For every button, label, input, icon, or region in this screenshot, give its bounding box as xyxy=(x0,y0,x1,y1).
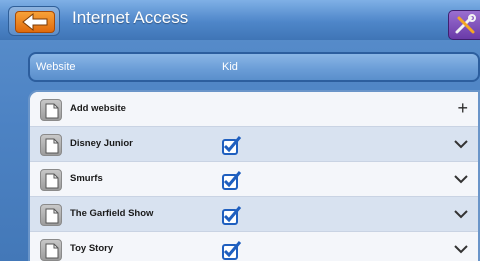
column-header-bar: Website Kid xyxy=(28,52,480,82)
app-window: Internet Access Website Kid Add website … xyxy=(0,0,480,261)
add-website-row[interactable]: Add website + xyxy=(30,92,478,127)
list-item[interactable]: Smurfs xyxy=(30,162,478,197)
settings-tools-button[interactable] xyxy=(448,10,480,40)
list-item[interactable]: The Garfield Show xyxy=(30,197,478,232)
document-icon xyxy=(40,204,62,226)
website-name: Smurfs xyxy=(70,173,103,184)
chevron-down-icon[interactable] xyxy=(454,209,468,219)
column-header-kid: Kid xyxy=(222,61,238,73)
document-icon xyxy=(40,134,62,156)
website-name: Disney Junior xyxy=(70,138,133,149)
website-name: Toy Story xyxy=(70,243,114,254)
column-header-website: Website xyxy=(36,61,76,73)
chevron-down-icon[interactable] xyxy=(454,174,468,184)
kid-access-checkbox[interactable] xyxy=(222,170,242,190)
list-item[interactable]: Toy Story xyxy=(30,232,478,261)
chevron-down-icon[interactable] xyxy=(454,244,468,254)
back-button[interactable] xyxy=(8,6,60,36)
website-list: Add website + Disney Junior Smurfs The G… xyxy=(28,90,480,261)
add-icon[interactable]: + xyxy=(457,98,468,119)
document-icon xyxy=(40,99,62,121)
back-arrow-glyph xyxy=(22,12,48,32)
chevron-down-icon[interactable] xyxy=(454,139,468,149)
kid-access-checkbox[interactable] xyxy=(222,205,242,225)
document-icon xyxy=(40,169,62,191)
wrench-screwdriver-icon xyxy=(455,14,476,34)
kid-access-checkbox[interactable] xyxy=(222,240,242,260)
website-name: The Garfield Show xyxy=(70,208,154,219)
document-icon xyxy=(40,239,62,261)
list-item[interactable]: Disney Junior xyxy=(30,127,478,162)
page-title: Internet Access xyxy=(72,8,189,27)
title-bar: Internet Access xyxy=(0,0,480,40)
kid-access-checkbox[interactable] xyxy=(222,135,242,155)
add-website-label: Add website xyxy=(70,103,126,114)
